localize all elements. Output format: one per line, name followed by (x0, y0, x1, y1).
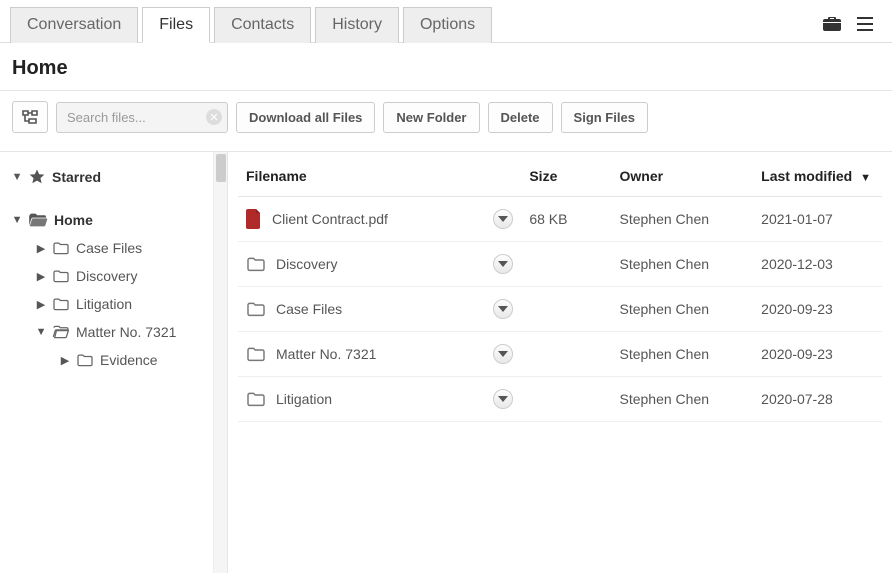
table-row[interactable]: Litigation Stephen Chen2020-07-28 (238, 377, 882, 422)
toolbar-wrap: ✕ Download all Files New Folder Delete S… (0, 90, 892, 151)
menu-icon[interactable] (856, 16, 874, 32)
tree-case-files[interactable]: ▶ Case Files (8, 234, 223, 262)
file-owner: Stephen Chen (612, 242, 754, 287)
tab-files[interactable]: Files (142, 7, 210, 43)
tree-label: Evidence (100, 352, 158, 368)
tree-litigation[interactable]: ▶ Litigation (8, 290, 223, 318)
tree-label: Starred (52, 169, 101, 185)
table-row[interactable]: Discovery Stephen Chen2020-12-03 (238, 242, 882, 287)
row-menu-button[interactable] (493, 299, 513, 319)
file-name: Client Contract.pdf (272, 211, 388, 227)
tree-label: Case Files (76, 240, 142, 256)
caret-right-icon: ▶ (36, 298, 46, 311)
tab-history[interactable]: History (315, 7, 399, 43)
folder-tree: ▼ Starred ▼ Home (8, 162, 223, 374)
table-row[interactable]: Client Contract.pdf 68 KBStephen Chen2021… (238, 197, 882, 242)
content: ▼ Starred ▼ Home (0, 151, 892, 573)
folder-icon (52, 241, 70, 255)
tab-options[interactable]: Options (403, 7, 492, 43)
file-table: Filename Size Owner Last modified ▼ Clie… (238, 152, 882, 422)
toolbar: ✕ Download all Files New Folder Delete S… (12, 101, 880, 133)
file-modified: 2021-01-07 (753, 197, 882, 242)
folder-icon (76, 353, 94, 367)
delete-button[interactable]: Delete (488, 102, 553, 133)
folder-icon (246, 301, 266, 317)
file-size (521, 332, 611, 377)
tabs: Conversation Files Contacts History Opti… (10, 6, 492, 42)
file-name: Case Files (276, 301, 342, 317)
new-folder-button[interactable]: New Folder (383, 102, 479, 133)
tree-label: Litigation (76, 296, 132, 312)
download-all-button[interactable]: Download all Files (236, 102, 375, 133)
briefcase-icon[interactable] (822, 15, 842, 33)
caret-down-icon: ▼ (12, 171, 22, 183)
col-last-modified[interactable]: Last modified ▼ (753, 152, 882, 197)
col-filename[interactable]: Filename (238, 152, 483, 197)
file-owner: Stephen Chen (612, 332, 754, 377)
file-size (521, 242, 611, 287)
row-menu-button[interactable] (493, 209, 513, 229)
folder-open-icon (52, 325, 70, 339)
file-owner: Stephen Chen (612, 197, 754, 242)
folder-icon (246, 346, 266, 362)
file-size: 68 KB (521, 197, 611, 242)
tree-label: Discovery (76, 268, 137, 284)
table-row[interactable]: Case Files Stephen Chen2020-09-23 (238, 287, 882, 332)
file-modified: 2020-09-23 (753, 332, 882, 377)
tree-discovery[interactable]: ▶ Discovery (8, 262, 223, 290)
file-list: Filename Size Owner Last modified ▼ Clie… (228, 151, 892, 573)
folder-icon (52, 297, 70, 311)
scrollbar-thumb[interactable] (216, 154, 226, 182)
caret-right-icon: ▶ (36, 270, 46, 283)
tab-contacts[interactable]: Contacts (214, 7, 311, 43)
search-box: ✕ (56, 102, 228, 133)
file-modified: 2020-09-23 (753, 287, 882, 332)
sort-desc-icon: ▼ (860, 172, 871, 184)
tree-starred[interactable]: ▼ Starred (8, 162, 223, 192)
tab-conversation[interactable]: Conversation (10, 7, 138, 43)
caret-right-icon: ▶ (36, 242, 46, 255)
row-menu-button[interactable] (493, 389, 513, 409)
file-name: Discovery (276, 256, 337, 272)
col-owner[interactable]: Owner (612, 152, 754, 197)
folder-icon (52, 269, 70, 283)
pdf-file-icon (246, 209, 262, 229)
scrollbar[interactable] (213, 152, 227, 573)
tree-toggle-button[interactable] (12, 101, 48, 133)
tree-label: Matter No. 7321 (76, 324, 176, 340)
star-icon (28, 168, 46, 186)
caret-down-icon: ▼ (36, 326, 46, 338)
folder-icon (246, 256, 266, 272)
tabs-bar: Conversation Files Contacts History Opti… (0, 0, 892, 43)
col-last-modified-label: Last modified (761, 168, 852, 184)
sign-files-button[interactable]: Sign Files (561, 102, 648, 133)
tree-home[interactable]: ▼ Home (8, 206, 223, 234)
file-modified: 2020-12-03 (753, 242, 882, 287)
file-modified: 2020-07-28 (753, 377, 882, 422)
sidebar: ▼ Starred ▼ Home (0, 151, 228, 573)
file-size (521, 287, 611, 332)
caret-right-icon: ▶ (60, 354, 70, 367)
file-owner: Stephen Chen (612, 287, 754, 332)
file-name: Matter No. 7321 (276, 346, 376, 362)
col-size[interactable]: Size (521, 152, 611, 197)
file-name: Litigation (276, 391, 332, 407)
folder-icon (246, 391, 266, 407)
row-menu-button[interactable] (493, 344, 513, 364)
page-title: Home (12, 57, 880, 80)
tree-matter[interactable]: ▼ Matter No. 7321 (8, 318, 223, 346)
table-row[interactable]: Matter No. 7321 Stephen Chen2020-09-23 (238, 332, 882, 377)
tabs-right (822, 15, 882, 33)
search-input[interactable] (56, 102, 228, 133)
file-owner: Stephen Chen (612, 377, 754, 422)
clear-search-icon[interactable]: ✕ (206, 109, 222, 125)
caret-down-icon: ▼ (12, 214, 22, 226)
row-menu-button[interactable] (493, 254, 513, 274)
folder-open-icon (28, 212, 48, 228)
tree-evidence[interactable]: ▶ Evidence (8, 346, 223, 374)
page-heading: Home (0, 43, 892, 90)
file-size (521, 377, 611, 422)
tree-label: Home (54, 212, 93, 228)
